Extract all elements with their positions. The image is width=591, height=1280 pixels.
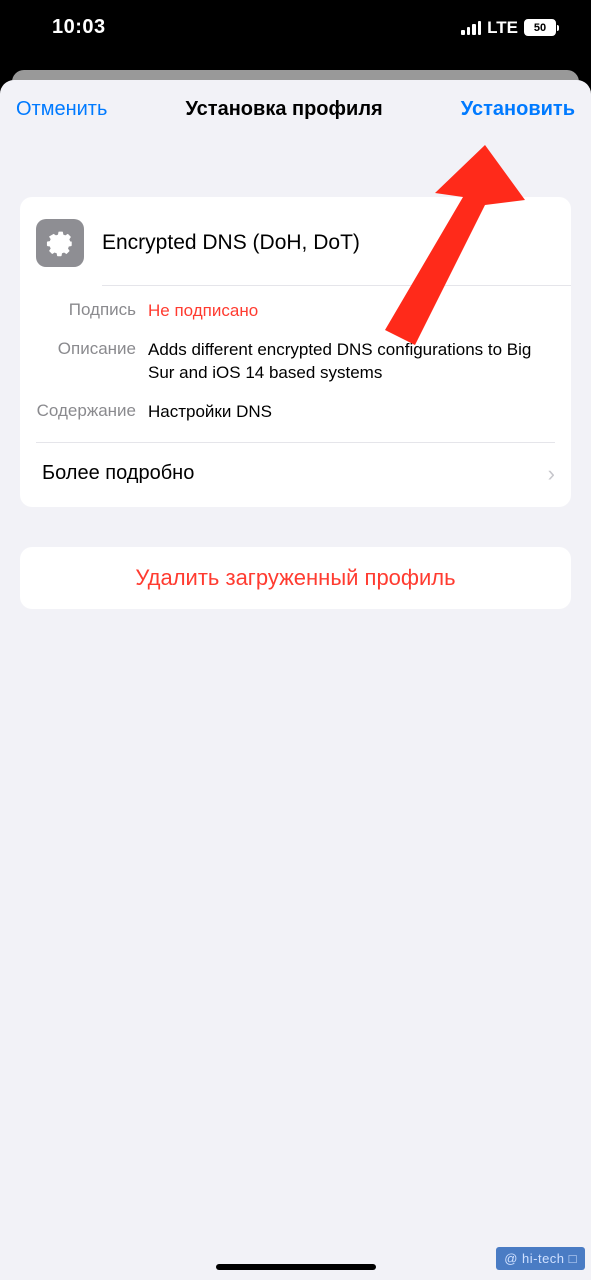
contents-label: Содержание <box>36 401 136 421</box>
contents-value: Настройки DNS <box>148 401 555 424</box>
description-value: Adds different encrypted DNS configurati… <box>148 339 555 385</box>
signal-icon <box>461 21 481 35</box>
profile-name: Encrypted DNS (DoH, DoT) <box>102 231 360 255</box>
profile-header: Encrypted DNS (DoH, DoT) <box>20 197 571 285</box>
profile-card: Encrypted DNS (DoH, DoT) Подпись Не подп… <box>20 197 571 507</box>
battery-icon: 50 <box>524 19 559 36</box>
modal-sheet: Отменить Установка профиля Установить En… <box>0 80 591 1280</box>
status-bar: 10:03 LTE 50 <box>0 0 591 55</box>
battery-level: 50 <box>534 22 546 34</box>
signature-row: Подпись Не подписано <box>20 286 571 331</box>
status-time: 10:03 <box>52 16 106 39</box>
signature-label: Подпись <box>36 300 136 320</box>
cancel-button[interactable]: Отменить <box>16 98 107 121</box>
chevron-right-icon: › <box>548 461 555 487</box>
page-title: Установка профиля <box>186 98 383 121</box>
install-button[interactable]: Установить <box>461 98 575 121</box>
more-details-button[interactable]: Более подробно › <box>20 443 571 507</box>
description-row: Описание Adds different encrypted DNS co… <box>20 331 571 393</box>
nav-bar: Отменить Установка профиля Установить <box>0 80 591 135</box>
delete-profile-label: Удалить загруженный профиль <box>38 565 553 591</box>
delete-profile-button[interactable]: Удалить загруженный профиль <box>20 547 571 609</box>
home-indicator[interactable] <box>216 1264 376 1270</box>
contents-row: Содержание Настройки DNS <box>20 393 571 442</box>
signature-value: Не подписано <box>148 300 555 323</box>
network-type: LTE <box>487 18 518 38</box>
watermark: @ hi-tech □ <box>496 1247 585 1270</box>
status-indicators: LTE 50 <box>461 18 559 38</box>
gear-icon <box>36 219 84 267</box>
description-label: Описание <box>36 339 136 359</box>
more-details-label: Более подробно <box>42 462 194 485</box>
